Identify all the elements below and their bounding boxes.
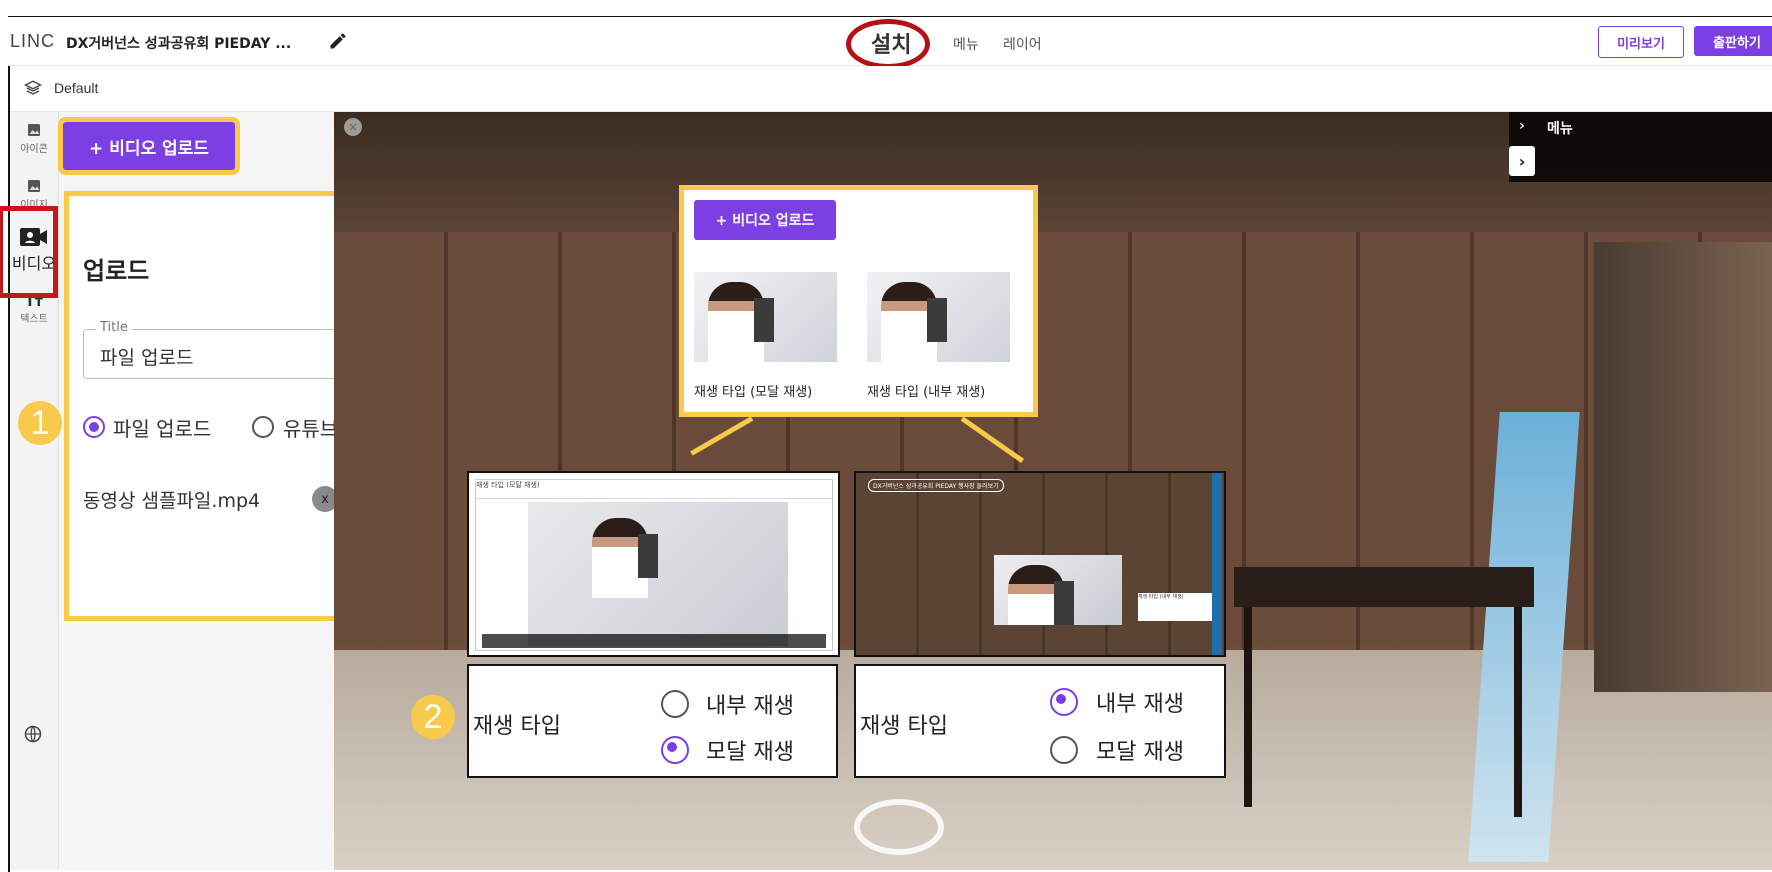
rail-item-text[interactable]: Tт 텍스트 bbox=[10, 294, 58, 325]
modal-video-frame bbox=[578, 508, 738, 638]
rail-item-icon[interactable]: 아이콘 bbox=[10, 122, 58, 155]
viewer-close-icon[interactable]: × bbox=[344, 118, 362, 136]
viewer-menu-toggle[interactable]: › 메뉴 bbox=[1509, 112, 1772, 142]
step-badge-1: 1 bbox=[18, 401, 62, 445]
microscope-figure bbox=[927, 298, 947, 342]
inner-play-preview: DX거버넌스 성과공유회 PIEDAY 행사장 둘러보기 재생 타입 (내부 재… bbox=[854, 471, 1226, 657]
chevron-right-icon: › bbox=[1519, 118, 1525, 134]
microscope-figure bbox=[638, 534, 658, 578]
radio-file-upload-label: 파일 업로드 bbox=[113, 417, 212, 441]
layer-name[interactable]: Default bbox=[54, 80, 98, 96]
rail-item-label: 텍스트 bbox=[20, 314, 48, 325]
radio-file-upload[interactable] bbox=[83, 416, 105, 438]
radio-inner-play[interactable] bbox=[661, 690, 689, 718]
video-rail-annotation-box bbox=[0, 206, 58, 298]
modal-video bbox=[528, 502, 788, 646]
video-upload-button[interactable]: + 비디오 업로드 bbox=[63, 122, 235, 170]
microscope-figure bbox=[1054, 581, 1074, 625]
inner-video-frame bbox=[994, 555, 1122, 625]
viewer-table bbox=[1234, 567, 1534, 607]
tab-layer[interactable]: 레이어 bbox=[1003, 34, 1042, 54]
tab-install[interactable]: 설치 bbox=[871, 27, 911, 59]
upload-card-title: 업로드 bbox=[83, 257, 150, 285]
thumb-modal-play[interactable] bbox=[694, 272, 837, 362]
radio-modal-play-label: 모달 재생 bbox=[1096, 740, 1184, 765]
radio-modal-play[interactable] bbox=[661, 736, 689, 764]
thumb-inner-play[interactable] bbox=[867, 272, 1010, 362]
thumb-inner-label: 재생 타입 (내부 재생) bbox=[867, 385, 986, 400]
rail-item-label: 아이콘 bbox=[20, 144, 48, 155]
project-title[interactable]: DX거버넌스 성과공유회 PIEDAY ... bbox=[66, 33, 291, 53]
inner-video-card: 재생 타입 (내부 재생) bbox=[1138, 593, 1222, 621]
step-badge-2: 2 bbox=[411, 695, 455, 739]
brand-logo: LINC bbox=[10, 31, 56, 51]
navigation-hotspot-ring[interactable] bbox=[854, 799, 944, 855]
chevron-right-icon[interactable]: › bbox=[1509, 146, 1535, 176]
top-bar: LINC DX거버넌스 성과공유회 PIEDAY ... 설치 메뉴 레이어 미… bbox=[8, 17, 1772, 69]
thumb-modal-label: 재생 타입 (모달 재생) bbox=[694, 385, 813, 400]
tab-menu[interactable]: 메뉴 bbox=[953, 34, 979, 54]
viewer-table-leg bbox=[1514, 607, 1522, 817]
title-field-value: 파일 업로드 bbox=[100, 347, 194, 369]
viewer-menu-label: 메뉴 bbox=[1547, 121, 1573, 137]
modal-video-controls[interactable] bbox=[482, 634, 826, 648]
modal-window: 재생 타입 (모달 재생) bbox=[475, 479, 833, 651]
publish-button[interactable]: 출판하기 bbox=[1694, 26, 1772, 56]
radio-inner-play[interactable] bbox=[1050, 688, 1078, 716]
viewer-menu-panel: › 메뉴 › bbox=[1509, 112, 1772, 182]
image-icon bbox=[28, 124, 40, 136]
upload-callout: + 비디오 업로드 재생 타입 (모달 재생) 재생 타입 (내부 재생) bbox=[684, 190, 1033, 412]
inner-preview-side-strip bbox=[1212, 473, 1222, 655]
play-type-label: 재생 타입 bbox=[473, 714, 561, 739]
modal-window-title: 재생 타입 (모달 재생) bbox=[476, 480, 832, 499]
title-field-legend: Title bbox=[96, 320, 132, 335]
radio-youtube-link[interactable] bbox=[252, 416, 274, 438]
inner-video bbox=[994, 555, 1122, 625]
edit-pencil-icon[interactable] bbox=[328, 31, 348, 51]
radio-modal-play[interactable] bbox=[1050, 736, 1078, 764]
radio-inner-play-label: 내부 재생 bbox=[1096, 692, 1184, 717]
radio-inner-play-label: 내부 재생 bbox=[706, 694, 794, 719]
play-type-box-left: 재생 타입 내부 재생 모달 재생 bbox=[467, 664, 838, 778]
layers-icon[interactable] bbox=[24, 79, 42, 97]
image-icon bbox=[28, 180, 40, 192]
globe-icon[interactable] bbox=[23, 724, 43, 744]
preview-button[interactable]: 미리보기 bbox=[1598, 26, 1684, 58]
viewer-table-leg bbox=[1244, 607, 1252, 807]
play-type-label: 재생 타입 bbox=[860, 714, 948, 739]
play-type-box-right: 재생 타입 내부 재생 모달 재생 bbox=[854, 664, 1226, 778]
viewer-glass-wall bbox=[1594, 242, 1772, 692]
microscope-figure bbox=[754, 298, 774, 342]
modal-play-preview: 재생 타입 (모달 재생) bbox=[467, 471, 840, 657]
callout-upload-button[interactable]: + 비디오 업로드 bbox=[694, 200, 836, 240]
layer-bar: Default bbox=[10, 66, 1772, 112]
file-name: 동영상 샘플파일.mp4 bbox=[83, 490, 261, 512]
inner-preview-chip: DX거버넌스 성과공유회 PIEDAY 행사장 둘러보기 bbox=[868, 479, 1004, 492]
radio-modal-play-label: 모달 재생 bbox=[706, 740, 794, 765]
